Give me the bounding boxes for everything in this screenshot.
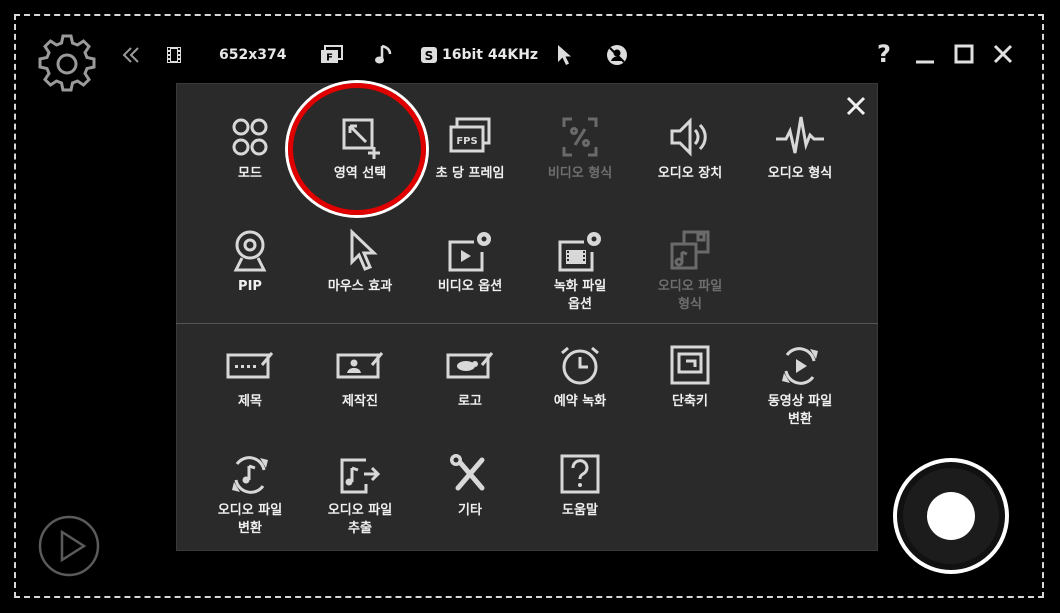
close-icon [993,44,1013,64]
settings-gear-icon[interactable] [36,33,98,95]
webcam-toggle-icon[interactable] [606,44,628,66]
menu-item-label: 초 당 프레임 [435,166,505,181]
credits-icon [336,352,384,379]
record-button-icon[interactable] [892,457,1010,575]
menu-item-label: 비디오 옵션 [437,279,503,294]
menu-item-label: 오디오 형식 [767,166,833,181]
menu-item-credits[interactable]: 제작진 [305,343,415,411]
logo-icon [446,352,494,379]
video-convert-icon [782,347,818,385]
menu-item-label: 기타 [458,503,482,518]
menu-item-video-options[interactable]: 비디오 옵션 [415,228,525,296]
title-icon [226,352,274,379]
fps-icon: FPS [449,117,491,153]
waveform-icon [776,116,824,154]
audio-extract-icon [340,458,381,494]
menu-item-record-file-options[interactable]: 녹화 파일 옵션 [525,228,635,314]
minimize-icon [916,60,934,64]
menu-item-label: 녹화 파일 옵션 [553,279,607,312]
maximize-button[interactable] [950,40,978,68]
menu-item-scheduled-recording[interactable]: 예약 녹화 [525,343,635,411]
audio-quality-item[interactable]: S 16bit 44KHz [420,44,538,66]
menu-item-hotkey[interactable]: 단축키 [635,343,745,411]
tools-icon [450,454,485,491]
menu-item-audio-extract[interactable]: 오디오 파일 추출 [305,452,415,538]
menu-item-label: 오디오 파일 추출 [327,503,393,536]
audio-quality-label: 16bit 44KHz [442,47,539,63]
frame-rate-icon[interactable]: F [320,44,344,66]
resolution-label[interactable]: 652x374 [219,44,286,66]
menu-item-label: 제작진 [342,394,378,409]
audio-convert-icon [232,456,268,494]
cursor-icon [350,228,378,271]
menu-item-audio-format[interactable]: 오디오 형식 [745,115,855,183]
highlight-circle-annotation [288,83,426,215]
panel-close-icon[interactable] [845,95,867,117]
menu-item-label: 도움말 [562,503,598,518]
menu-item-audio-convert[interactable]: 오디오 파일 변환 [195,452,305,538]
menu-item-video-format: 비디오 형식 [525,115,635,183]
audio-file-format-icon [670,230,710,270]
menu-item-label: 예약 녹화 [553,394,607,409]
close-button[interactable] [989,40,1017,68]
menu-item-label: 단축키 [672,394,708,409]
audio-note-icon[interactable] [374,44,394,66]
mode-icon [232,118,268,156]
play-button-icon[interactable] [38,515,100,577]
minimize-button[interactable] [911,40,939,68]
help-icon [560,454,600,494]
menu-item-label: 오디오 파일 형식 [657,279,723,312]
menu-item-label: 모드 [238,166,262,181]
sound-badge-icon: S [421,47,437,63]
video-options-icon [448,232,491,272]
clock-icon [561,346,599,385]
menu-item-pip[interactable]: PIP [195,228,305,296]
help-button[interactable]: ? [870,40,898,68]
maximize-icon [954,44,974,64]
svg-text:FPS: FPS [456,136,477,147]
hotkey-icon [670,345,710,385]
menu-item-label: 로고 [458,394,482,409]
menu-item-audio-file-format: 오디오 파일 형식 [635,228,745,314]
menu-divider [176,323,878,324]
menu-item-label: 제목 [238,394,262,409]
menu-item-help[interactable]: 도움말 [525,452,635,520]
speaker-icon [670,117,707,157]
record-file-options-icon [558,232,601,272]
menu-item-title[interactable]: 제목 [195,343,305,411]
menu-item-video-convert[interactable]: 동영상 파일 변환 [745,343,855,429]
menu-item-fps[interactable]: FPS 초 당 프레임 [415,115,525,183]
menu-item-label: 동영상 파일 변환 [767,394,833,427]
menu-item-audio-device[interactable]: 오디오 장치 [635,115,745,183]
collapse-chevron-icon[interactable] [120,44,142,66]
menu-item-misc[interactable]: 기타 [415,452,525,520]
video-format-icon [562,117,598,157]
menu-item-label: 오디오 파일 변환 [217,503,283,536]
svg-text:F: F [326,53,333,64]
menu-item-logo[interactable]: 로고 [415,343,525,411]
webcam-icon [233,230,267,272]
film-icon[interactable] [164,44,184,66]
menu-item-label: 마우스 효과 [327,279,393,294]
menu-item-label: 비디오 형식 [547,166,613,181]
menu-item-label: PIP [238,279,262,294]
menu-item-label: 오디오 장치 [657,166,723,181]
cursor-toggle-icon[interactable] [555,44,573,66]
menu-item-mouse-effect[interactable]: 마우스 효과 [305,228,415,296]
svg-text:S: S [425,49,434,63]
